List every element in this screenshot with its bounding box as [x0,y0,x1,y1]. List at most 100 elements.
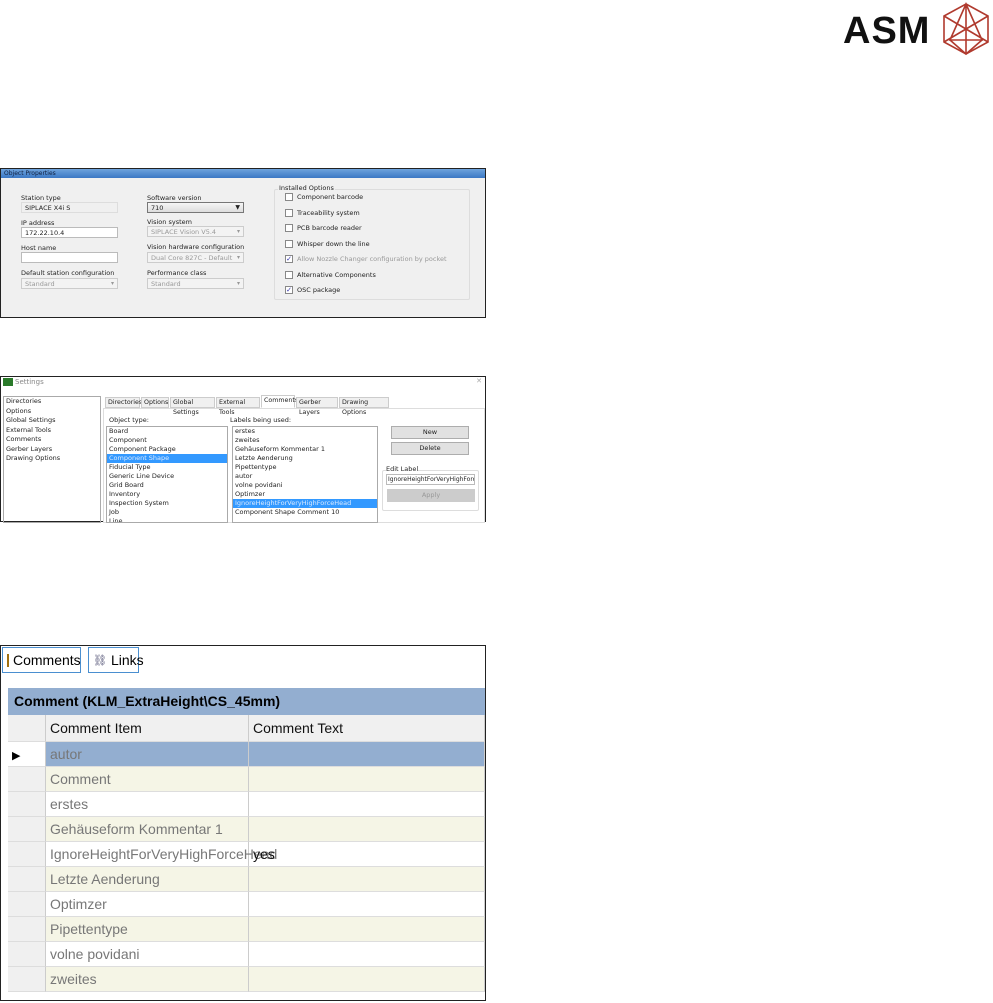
table-row[interactable]: Optimzer [8,892,485,917]
nav-item[interactable]: External Tools [4,426,100,436]
comment-item[interactable]: autor [46,742,249,767]
list-item[interactable]: Job [107,508,227,517]
table-row[interactable]: volne povidani [8,942,485,967]
list-item[interactable]: Line [107,517,227,522]
list-item[interactable]: Pipettentype [233,463,377,472]
list-item[interactable]: Gehäuseform Kommentar 1 [233,445,377,454]
tab[interactable]: External Tools [216,397,260,416]
close-button[interactable]: ✕ [476,377,482,385]
table-row[interactable]: Gehäuseform Kommentar 1 [8,817,485,842]
table-row[interactable]: Comment [8,767,485,792]
nav-item[interactable]: Options [4,407,100,417]
list-item[interactable]: Component [107,436,227,445]
option-checkbox[interactable]: ✓ OSC package [285,286,340,294]
comment-item[interactable]: Comment [46,767,249,792]
table-row[interactable]: ▶ autor [8,742,485,767]
list-item[interactable]: volne povidani [233,481,377,490]
comment-item[interactable]: zweites [46,967,249,992]
list-item[interactable]: Inspection System [107,499,227,508]
row-header[interactable] [8,767,46,792]
tab-comments[interactable]: Comments [2,647,81,673]
table-row[interactable]: erstes [8,792,485,817]
list-item[interactable]: Component Shape Comment 10 [233,508,377,517]
labels-list[interactable]: erstes zweites Gehäuseform Kommentar 1 Letz… [232,426,378,523]
comment-text[interactable] [249,917,485,942]
nav-item[interactable]: Global Settings [4,416,100,426]
list-item[interactable]: erstes [233,427,377,436]
tab[interactable]: Gerber Layers [296,397,338,416]
nav-item[interactable]: Comments [4,435,100,445]
nav-item[interactable]: Directories [4,397,100,407]
perf-select[interactable]: Standard ▾ [147,278,244,289]
comment-item[interactable]: Gehäuseform Kommentar 1 [46,817,249,842]
comment-item[interactable]: Letzte Aenderung [46,867,249,892]
apply-button[interactable]: Apply [387,489,475,502]
row-header[interactable] [8,792,46,817]
list-item[interactable]: Grid Board [107,481,227,490]
list-item[interactable]: zweites [233,436,377,445]
comment-text[interactable] [249,817,485,842]
option-checkbox[interactable]: Component barcode [285,193,363,201]
row-header[interactable] [8,867,46,892]
table-row[interactable]: Letzte Aenderung [8,867,485,892]
row-header[interactable] [8,817,46,842]
tab[interactable]: Directories [105,397,142,408]
comment-text[interactable] [249,742,485,767]
comment-text[interactable] [249,967,485,992]
option-checkbox[interactable]: PCB barcode reader [285,224,362,232]
list-item[interactable]: Board [107,427,227,436]
comment-text[interactable] [249,942,485,967]
comment-text[interactable] [249,792,485,817]
list-item[interactable]: Inventory [107,490,227,499]
row-header[interactable] [8,917,46,942]
list-item[interactable]: Component Shape [107,454,227,463]
new-button[interactable]: New [391,426,469,439]
table-row[interactable]: IgnoreHeightForVeryHighForceHead yes [8,842,485,867]
list-item[interactable]: Component Package [107,445,227,454]
object-type-list[interactable]: Board Component Component Package Component… [106,426,228,523]
nav-item[interactable]: Gerber Layers [4,445,100,455]
comment-text[interactable] [249,767,485,792]
vision-select[interactable]: SIPLACE Vision V5.4 ▾ [147,226,244,237]
option-checkbox[interactable]: Traceability system [285,208,360,217]
list-item[interactable]: Optimzer [233,490,377,499]
delete-button[interactable]: Delete [391,442,469,455]
comment-text[interactable] [249,892,485,917]
comment-item[interactable]: volne povidani [46,942,249,967]
host-input[interactable] [21,252,118,263]
tab[interactable]: Drawing Options [339,397,389,416]
table-row[interactable]: zweites [8,967,485,992]
list-item[interactable]: IgnoreHeightForVeryHighForceHead [233,499,377,508]
nav-item[interactable]: Drawing Options [4,454,100,464]
comment-item[interactable]: erstes [46,792,249,817]
ip-input[interactable]: 172.22.10.4 [21,227,118,238]
column-header-text[interactable]: Comment Text [249,715,485,742]
option-checkbox[interactable]: ✓ Allow Nozzle Changer configuration by p… [285,255,447,263]
tab-links[interactable]: ⛓ Links [88,647,144,673]
comment-item[interactable]: IgnoreHeightForVeryHighForceHead [46,842,277,867]
comment-text[interactable] [249,867,485,892]
comment-text[interactable]: yes [249,842,485,867]
row-header[interactable]: ▶ [8,742,46,767]
row-header[interactable] [8,892,46,917]
row-header[interactable] [8,967,46,992]
row-header[interactable] [8,842,46,867]
comment-item[interactable]: Pipettentype [46,917,249,942]
list-item[interactable]: Generic Line Device [107,472,227,481]
software-select[interactable]: 710 ▼ [147,202,244,213]
option-checkbox[interactable]: Alternative Components [285,270,376,279]
edit-label-input[interactable]: IgnoreHeightForVeryHighForce [386,474,475,485]
table-row[interactable]: Pipettentype [8,917,485,942]
comment-item[interactable]: Optimzer [46,892,249,917]
list-item[interactable]: autor [233,472,377,481]
tab[interactable]: Global Settings [170,397,215,416]
option-checkbox[interactable]: Whisper down the line [285,239,370,248]
tab[interactable]: Comments [261,395,298,408]
list-item[interactable]: Fiducial Type [107,463,227,472]
vision-hw-select[interactable]: Dual Core 827C - Default ▾ [147,252,244,263]
row-header[interactable] [8,942,46,967]
list-item[interactable]: Letzte Aenderung [233,454,377,463]
column-header-item[interactable]: Comment Item [46,715,249,742]
tab[interactable]: Options [141,397,169,408]
default-config-select[interactable]: Standard ▾ [21,278,118,289]
